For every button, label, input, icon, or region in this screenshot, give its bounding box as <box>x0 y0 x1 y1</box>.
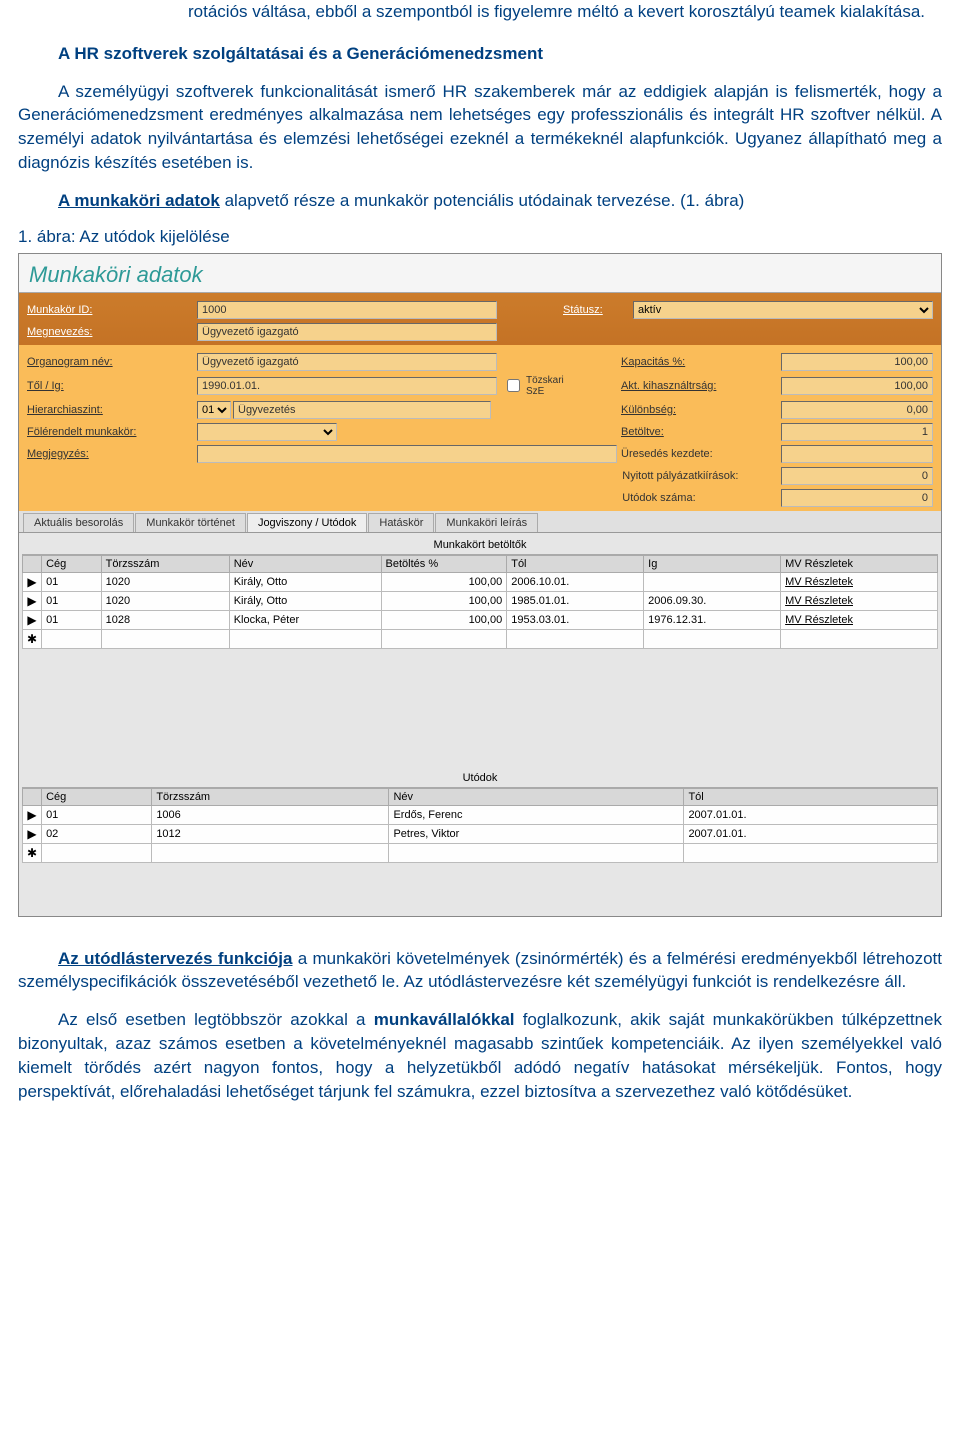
label-foler: Fölérendelt munkakör: <box>27 426 197 438</box>
field-utodok[interactable] <box>781 489 933 507</box>
field-statusz[interactable]: aktív <box>633 301 933 319</box>
grid2-title: Utódok <box>22 769 938 788</box>
paragraph-utodlas: Az utódlástervezés funkciója a munkaköri… <box>18 947 942 995</box>
label-kapacitas: Kapacitás %: <box>621 356 781 368</box>
heading-hr-szoftverek: A HR szoftverek szolgáltatásai és a Gene… <box>18 42 942 66</box>
grid1: CégTörzsszámNévBetöltés %TólIgMV Részlet… <box>22 555 938 649</box>
field-megjegy[interactable] <box>197 445 617 463</box>
table-row-new[interactable]: ✱ <box>23 629 938 648</box>
tab-3[interactable]: Hatáskör <box>368 513 434 532</box>
field-organogram[interactable] <box>197 353 497 371</box>
label-munkakor-id: Munkakör ID: <box>27 304 197 316</box>
elseo-p1: Az első esetben legtöbbször azokkal a <box>58 1010 374 1029</box>
table-row[interactable]: ▶011020Király, Otto100,002006.10.01.MV R… <box>23 572 938 591</box>
field-kulonb[interactable] <box>781 401 933 419</box>
paragraph-elseo: Az első esetben legtöbbször azokkal a mu… <box>18 1008 942 1103</box>
field-foler[interactable] <box>197 423 337 441</box>
table-row[interactable]: ▶011006Erdős, Ferenc2007.01.01. <box>23 805 938 824</box>
grid2: CégTörzsszámNévTól ▶011006Erdős, Ferenc2… <box>22 788 938 863</box>
label-tol-ig: Től / Ig: <box>27 380 197 392</box>
field-tol[interactable] <box>197 377 497 395</box>
grid2-header[interactable]: Cég <box>42 788 152 805</box>
grid1-header[interactable]: MV Részletek <box>781 555 938 572</box>
label-torzskari: Tözskari SzE <box>526 375 576 397</box>
table-row[interactable]: ▶021012Petres, Viktor2007.01.01. <box>23 824 938 843</box>
grid1-header[interactable]: Név <box>229 555 381 572</box>
tab-2[interactable]: Jogviszony / Utódok <box>247 513 367 532</box>
grid1-header[interactable]: Tól <box>507 555 644 572</box>
grid1-header[interactable]: Ig <box>644 555 781 572</box>
paragraph-main: A személyügyi szoftverek funkcionalitásá… <box>18 80 942 175</box>
label-betoltve: Betöltve: <box>621 426 781 438</box>
tab-4[interactable]: Munkaköri leírás <box>435 513 538 532</box>
elseo-p2: munkavállalókkal <box>374 1010 515 1029</box>
grid1-header[interactable]: Törzsszám <box>101 555 229 572</box>
field-hier-code[interactable]: 01 <box>197 401 231 419</box>
grid-area-1: Munkakört betöltők CégTörzsszámNévBetölt… <box>19 533 941 916</box>
label-organogram: Organogram név: <box>27 356 197 368</box>
field-nyitott[interactable] <box>781 467 933 485</box>
grid1-title: Munkakört betöltők <box>22 536 938 555</box>
field-hier-text[interactable] <box>233 401 491 419</box>
field-uresedes[interactable] <box>781 445 933 463</box>
field-megnevezes[interactable] <box>197 323 497 341</box>
label-akt-kih: Akt. kihasználtrság: <box>621 380 781 392</box>
field-munkakor-id[interactable] <box>197 301 497 319</box>
label-kulonb: Különbség: <box>621 404 781 416</box>
table-row[interactable]: ▶011028Klocka, Péter100,001953.03.01.197… <box>23 610 938 629</box>
checkbox-torzskari[interactable] <box>507 379 520 392</box>
grid2-header[interactable]: Tól <box>684 788 938 805</box>
grid2-header[interactable]: Név <box>389 788 684 805</box>
label-hierarchia: Hierarchiaszint: <box>27 404 197 416</box>
label-statusz: Státusz: <box>563 304 633 316</box>
field-betoltve[interactable] <box>781 423 933 441</box>
app-window: Munkaköri adatok Munkakör ID: Státusz: a… <box>18 253 942 917</box>
tab-bar: Aktuális besorolásMunkakör történetJogvi… <box>19 511 941 533</box>
label-megnevezes: Megnevezés: <box>27 326 197 338</box>
grid1-header[interactable]: Betöltés % <box>381 555 507 572</box>
paragraph-munkakori: A munkaköri adatok alapvető része a munk… <box>18 189 942 213</box>
field-akt-kih[interactable] <box>781 377 933 395</box>
grid1-header[interactable]: Cég <box>42 555 102 572</box>
tab-0[interactable]: Aktuális besorolás <box>23 513 134 532</box>
grid2-header[interactable]: Törzsszám <box>152 788 389 805</box>
intro-paragraph: rotációs váltása, ebből a szempontból is… <box>18 0 942 24</box>
figure-caption: 1. ábra: Az utódok kijelölése <box>18 227 942 247</box>
utodlas-link: Az utódlástervezés funkciója <box>58 949 292 968</box>
label-megjegy: Megjegyzés: <box>27 448 197 460</box>
tab-1[interactable]: Munkakör történet <box>135 513 246 532</box>
field-kapacitas[interactable] <box>781 353 933 371</box>
label-utodok: Utódok száma: <box>622 492 781 504</box>
table-row[interactable]: ▶011020Király, Otto100,001985.01.01.2006… <box>23 591 938 610</box>
label-uresedes: Üresedés kezdete: <box>621 448 781 460</box>
munkakori-rest: alapvető része a munkakör potenciális ut… <box>220 191 744 210</box>
label-nyitott: Nyitott pályázatkiírások: <box>622 470 781 482</box>
munkakori-link: A munkaköri adatok <box>58 191 220 210</box>
table-row-new[interactable]: ✱ <box>23 843 938 862</box>
app-title: Munkaköri adatok <box>19 254 941 293</box>
